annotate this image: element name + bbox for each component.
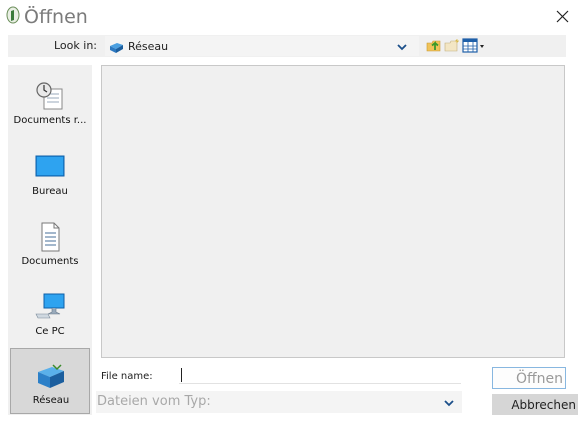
- up-folder-icon: [426, 40, 441, 52]
- view-menu-button[interactable]: [462, 38, 488, 54]
- up-folder-button[interactable]: [426, 37, 442, 53]
- close-icon: [556, 10, 568, 22]
- chevron-down-icon: [395, 39, 409, 53]
- place-this-pc[interactable]: Ce PC: [10, 280, 90, 346]
- recent-documents-icon: [34, 81, 66, 111]
- new-folder-button[interactable]: [444, 38, 460, 52]
- app-icon: [6, 6, 20, 24]
- new-folder-icon: [444, 39, 459, 52]
- look-in-dropdown[interactable]: Réseau: [105, 36, 419, 56]
- place-recent-documents[interactable]: Documents r...: [10, 69, 90, 135]
- look-in-value: Réseau: [128, 40, 169, 53]
- place-label: Ce PC: [35, 326, 65, 337]
- places-bar: Documents r... Bureau Documents Ce PC Ré…: [8, 65, 92, 415]
- close-button[interactable]: [548, 2, 576, 30]
- open-button[interactable]: Öffnen: [492, 367, 566, 389]
- desktop-icon: [34, 152, 66, 182]
- place-label: Réseau: [32, 395, 70, 406]
- view-grid-icon: [462, 38, 484, 53]
- window-title: Öffnen: [24, 6, 88, 28]
- place-documents[interactable]: Documents: [10, 210, 90, 276]
- look-in-label: Look in:: [54, 39, 97, 52]
- text-caret: [181, 368, 182, 382]
- file-list[interactable]: [101, 65, 565, 358]
- computer-icon: [34, 292, 66, 322]
- place-label: Bureau: [32, 186, 68, 197]
- title-bar: Öffnen: [0, 0, 583, 34]
- place-network[interactable]: Réseau: [10, 348, 90, 414]
- file-name-label: File name:: [101, 371, 153, 382]
- chevron-down-icon: [442, 395, 456, 409]
- documents-icon: [34, 222, 66, 252]
- open-dialog: Öffnen Look in: Réseau Documents r... Bu…: [0, 0, 583, 434]
- place-label: Documents r...: [13, 115, 87, 126]
- place-label: Documents: [21, 256, 79, 267]
- file-type-label: Dateien vom Typ:: [97, 394, 211, 409]
- place-desktop[interactable]: Bureau: [10, 140, 90, 206]
- file-name-input[interactable]: [179, 367, 461, 384]
- network-icon: [35, 361, 67, 391]
- look-in-row: Look in: Réseau: [8, 35, 566, 57]
- cancel-button[interactable]: Abbrechen: [492, 394, 578, 415]
- network-icon: [108, 39, 124, 53]
- file-type-dropdown[interactable]: Dateien vom Typ:: [96, 391, 462, 413]
